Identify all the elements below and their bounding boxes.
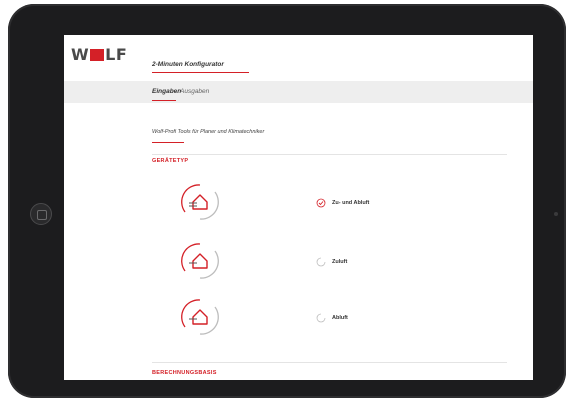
tab-ausgaben[interactable]: Ausgaben xyxy=(180,88,209,95)
subtitle: Wolf-Profi Tools für Planer und Klimatec… xyxy=(152,129,265,135)
page-title: 2-Minuten Konfigurator xyxy=(152,61,224,68)
screen: W LF 2-Minuten Konfigurator Eingaben Aus… xyxy=(64,35,533,380)
house-exhaust-icon[interactable] xyxy=(180,297,220,337)
house-supply-icon[interactable] xyxy=(180,241,220,281)
title-underline xyxy=(152,72,249,73)
divider xyxy=(152,362,507,363)
home-button[interactable] xyxy=(30,203,52,225)
radio-circle-icon[interactable] xyxy=(316,257,326,267)
camera xyxy=(554,212,558,216)
active-tab-indicator xyxy=(152,100,176,101)
app-header: W LF 2-Minuten Konfigurator xyxy=(64,35,533,79)
house-supply-exhaust-icon[interactable] xyxy=(180,182,220,222)
subtitle-underline xyxy=(152,142,184,143)
logo-text-left: W xyxy=(71,45,90,64)
option-label-zuluft[interactable]: Zuluft xyxy=(332,259,347,265)
tab-eingaben[interactable]: Eingaben xyxy=(152,88,181,95)
check-circle-icon[interactable] xyxy=(316,198,326,208)
section-heading-device-type: GERÄTETYP xyxy=(152,158,189,164)
option-label-abluft[interactable]: Abluft xyxy=(332,315,348,321)
section-heading-calculation-basis: BERECHNUNGSBASIS xyxy=(152,370,217,376)
logo-text-right: LF xyxy=(105,45,128,64)
tablet-frame: W LF 2-Minuten Konfigurator Eingaben Aus… xyxy=(8,4,566,398)
option-label-zu-und-abluft[interactable]: Zu- und Abluft xyxy=(332,200,369,206)
divider xyxy=(152,154,507,155)
radio-circle-icon[interactable] xyxy=(316,313,326,323)
tab-bar: Eingaben Ausgaben xyxy=(64,81,533,103)
logo-o-mark-icon xyxy=(90,48,105,61)
wolf-logo[interactable]: W LF xyxy=(71,45,127,64)
